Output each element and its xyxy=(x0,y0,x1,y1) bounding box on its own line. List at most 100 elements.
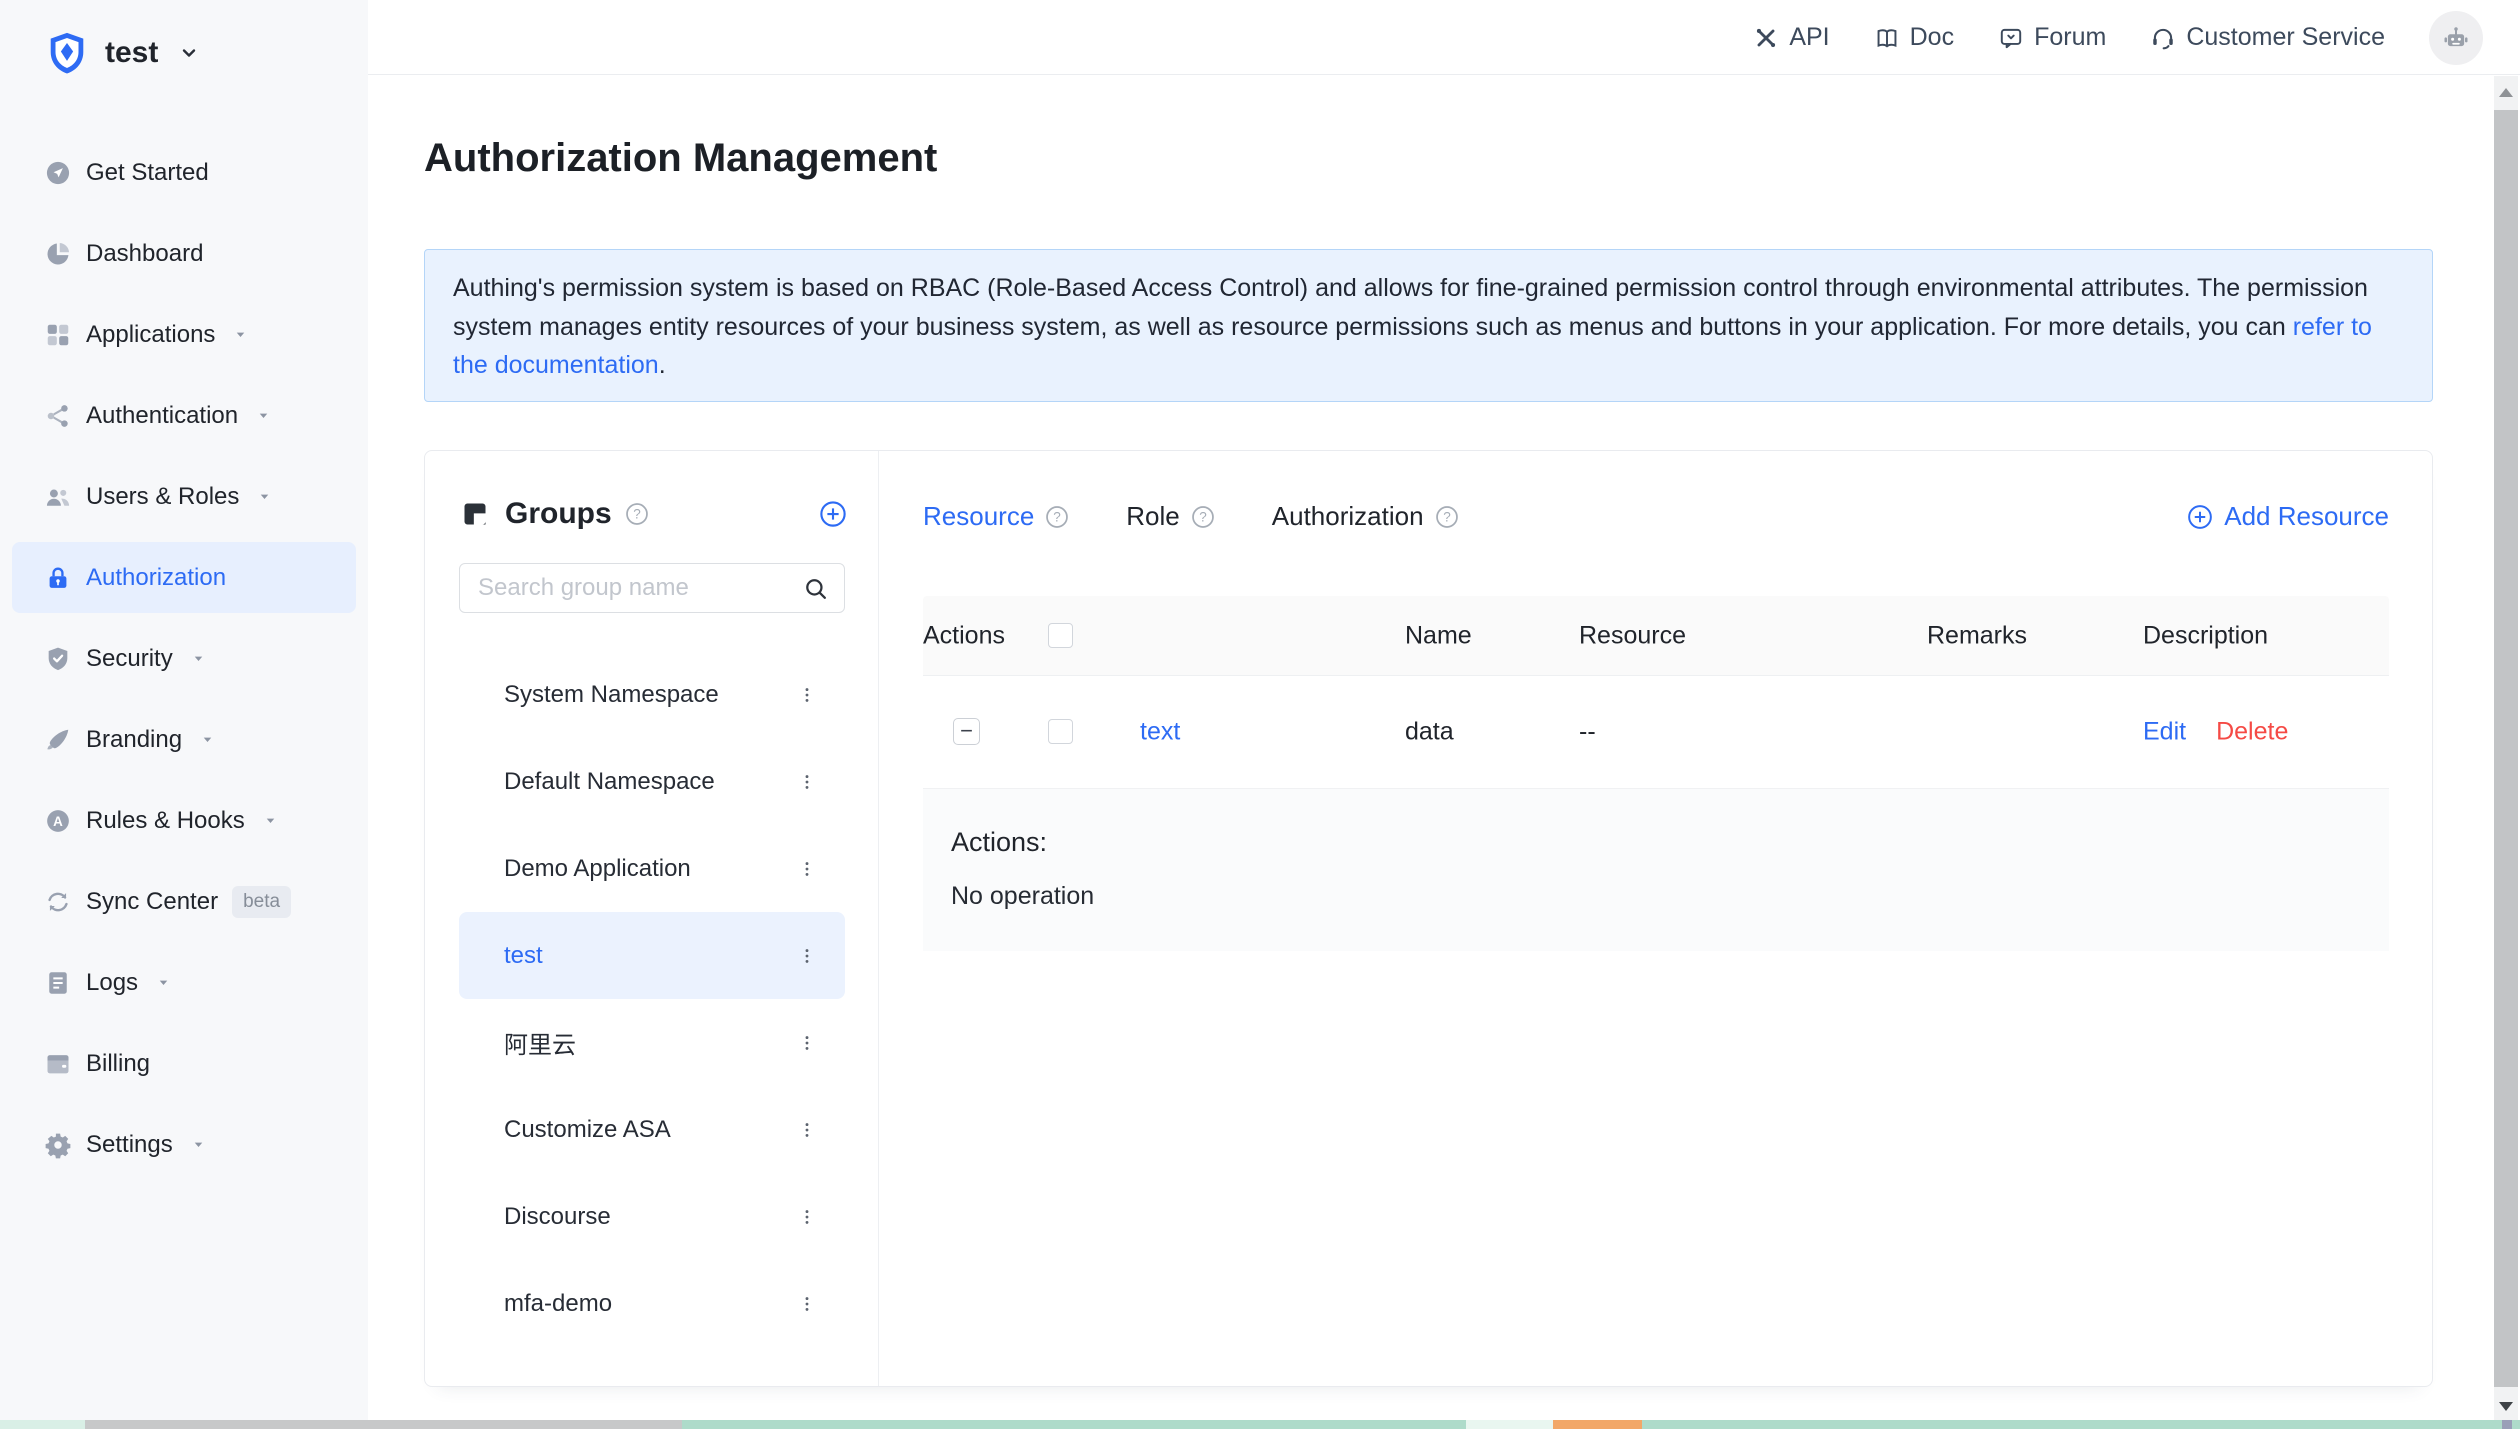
more-actions-icon[interactable] xyxy=(797,1120,817,1140)
groups-header: Groups xyxy=(461,497,848,531)
tabs: Resource Role Authorization xyxy=(923,501,1460,532)
sidebar-item-label: Authorization xyxy=(86,564,226,592)
sidebar-item[interactable]: Get Started xyxy=(0,132,368,213)
sidebar-item-label: Branding xyxy=(86,726,182,754)
topbar-link-icon xyxy=(2150,25,2176,51)
sidebar-item-label: Users & Roles xyxy=(86,483,239,511)
sidebar-item[interactable]: Users & Roles xyxy=(0,456,368,537)
add-group-icon[interactable] xyxy=(818,499,848,529)
sidebar-item-label: Rules & Hooks xyxy=(86,807,245,835)
table-row: − text data -- Edit Delete xyxy=(923,676,2389,788)
vertical-scrollbar-thumb[interactable] xyxy=(2494,110,2518,1387)
scroll-up-arrow-icon[interactable] xyxy=(2499,88,2513,97)
tab[interactable]: Authorization xyxy=(1272,501,1460,532)
topbar-link-label: Customer Service xyxy=(2186,23,2385,52)
group-list-item[interactable]: Customize ASA xyxy=(459,1086,845,1173)
bottom-strip-segment xyxy=(2502,1420,2512,1429)
more-actions-icon[interactable] xyxy=(797,1207,817,1227)
tab-help-icon[interactable] xyxy=(1434,504,1460,530)
caret-down-icon xyxy=(200,732,215,747)
sidebar-item-label: Billing xyxy=(86,1050,150,1078)
remarks-cell: -- xyxy=(1579,718,1596,747)
groups-help-icon[interactable] xyxy=(624,501,650,527)
sidebar-item-label: Get Started xyxy=(86,159,209,187)
sidebar-item-icon xyxy=(44,240,72,268)
sidebar-item[interactable]: Authentication xyxy=(0,375,368,456)
group-list-item[interactable]: test xyxy=(459,912,845,999)
topbar-link[interactable]: Customer Service xyxy=(2150,23,2385,52)
group-list-item[interactable]: Default Namespace xyxy=(459,738,845,825)
sidebar-item[interactable]: Dashboard xyxy=(0,213,368,294)
more-actions-icon[interactable] xyxy=(797,1294,817,1314)
horizontal-scrollbar-thumb[interactable] xyxy=(85,1420,682,1429)
group-list-item[interactable]: mfa-demo xyxy=(459,1260,845,1347)
sidebar-item-label: Dashboard xyxy=(86,240,203,268)
sidebar-item[interactable]: Applications xyxy=(0,294,368,375)
sidebar-item-icon xyxy=(44,969,72,997)
topbar-link[interactable]: API xyxy=(1753,23,1829,52)
group-name: System Namespace xyxy=(504,681,719,709)
sidebar-item[interactable]: Sync Center beta xyxy=(0,861,368,942)
more-actions-icon[interactable] xyxy=(797,859,817,879)
assistant-avatar[interactable] xyxy=(2429,11,2483,65)
chevron-down-icon[interactable] xyxy=(177,41,201,65)
row-checkbox[interactable] xyxy=(1048,719,1073,744)
edit-link[interactable]: Edit xyxy=(2143,718,2186,747)
robot-icon xyxy=(2441,23,2471,53)
sidebar-item[interactable]: Rules & Hooks xyxy=(0,780,368,861)
caret-down-icon xyxy=(256,408,271,423)
info-banner: Authing's permission system is based on … xyxy=(424,249,2433,402)
group-search-input[interactable] xyxy=(460,564,802,612)
sidebar-item[interactable]: Authorization xyxy=(0,537,368,618)
collapse-row-button[interactable]: − xyxy=(953,718,980,745)
sidebar-item-icon xyxy=(44,807,72,835)
scroll-down-arrow-icon[interactable] xyxy=(2499,1402,2513,1411)
group-list-item[interactable]: System Namespace xyxy=(459,651,845,738)
group-name: Default Namespace xyxy=(504,768,715,796)
workspace-switcher[interactable]: test xyxy=(44,30,201,76)
detail-actions-label: Actions: xyxy=(951,827,2389,858)
groups-icon xyxy=(461,500,489,528)
sidebar-item-label: Authentication xyxy=(86,402,238,430)
resource-pane: Resource Role Authorization Add Resource… xyxy=(880,451,2432,1386)
caret-down-icon xyxy=(156,975,171,990)
sidebar-item-icon xyxy=(44,321,72,349)
sidebar-item-icon xyxy=(44,483,72,511)
brand-shield-logo xyxy=(44,30,90,76)
resource-name-link[interactable]: text xyxy=(1140,718,1180,747)
group-list-item[interactable]: 阿里云 xyxy=(459,999,845,1086)
sidebar-item-label: Security xyxy=(86,645,173,673)
search-icon[interactable] xyxy=(802,575,829,602)
add-resource-button[interactable]: Add Resource xyxy=(2186,501,2389,532)
tab-help-icon[interactable] xyxy=(1190,504,1216,530)
tab[interactable]: Resource xyxy=(923,501,1070,532)
add-resource-label: Add Resource xyxy=(2224,501,2389,532)
tab-help-icon[interactable] xyxy=(1044,504,1070,530)
tab[interactable]: Role xyxy=(1126,501,1215,532)
group-list-item[interactable]: Discourse xyxy=(459,1173,845,1260)
sidebar-item[interactable]: Logs xyxy=(0,942,368,1023)
bottom-strip-segment xyxy=(682,1420,1466,1429)
topbar-link[interactable]: Doc xyxy=(1874,23,1954,52)
more-actions-icon[interactable] xyxy=(797,946,817,966)
sidebar-item[interactable]: Settings xyxy=(0,1104,368,1185)
more-actions-icon[interactable] xyxy=(797,772,817,792)
sidebar-item[interactable]: Security xyxy=(0,618,368,699)
select-all-checkbox[interactable] xyxy=(1048,623,1073,648)
page-title: Authorization Management xyxy=(424,136,937,181)
sidebar-item[interactable]: Branding xyxy=(0,699,368,780)
topbar-links: API Doc Forum Customer Service xyxy=(1753,0,2483,75)
topbar-link[interactable]: Forum xyxy=(1998,23,2106,52)
row-actions: Edit Delete xyxy=(2143,718,2288,747)
more-actions-icon[interactable] xyxy=(797,685,817,705)
sidebar-item[interactable]: Billing xyxy=(0,1023,368,1104)
sidebar-item-label: Sync Center xyxy=(86,888,218,916)
group-list-item[interactable]: Demo Application xyxy=(459,825,845,912)
sidebar-item-label: Settings xyxy=(86,1131,173,1159)
tab-label: Resource xyxy=(923,501,1034,532)
group-name: mfa-demo xyxy=(504,1290,612,1318)
plus-circle-icon xyxy=(2186,503,2214,531)
topbar-link-icon xyxy=(1998,25,2024,51)
more-actions-icon[interactable] xyxy=(797,1033,817,1053)
delete-link[interactable]: Delete xyxy=(2216,718,2288,747)
